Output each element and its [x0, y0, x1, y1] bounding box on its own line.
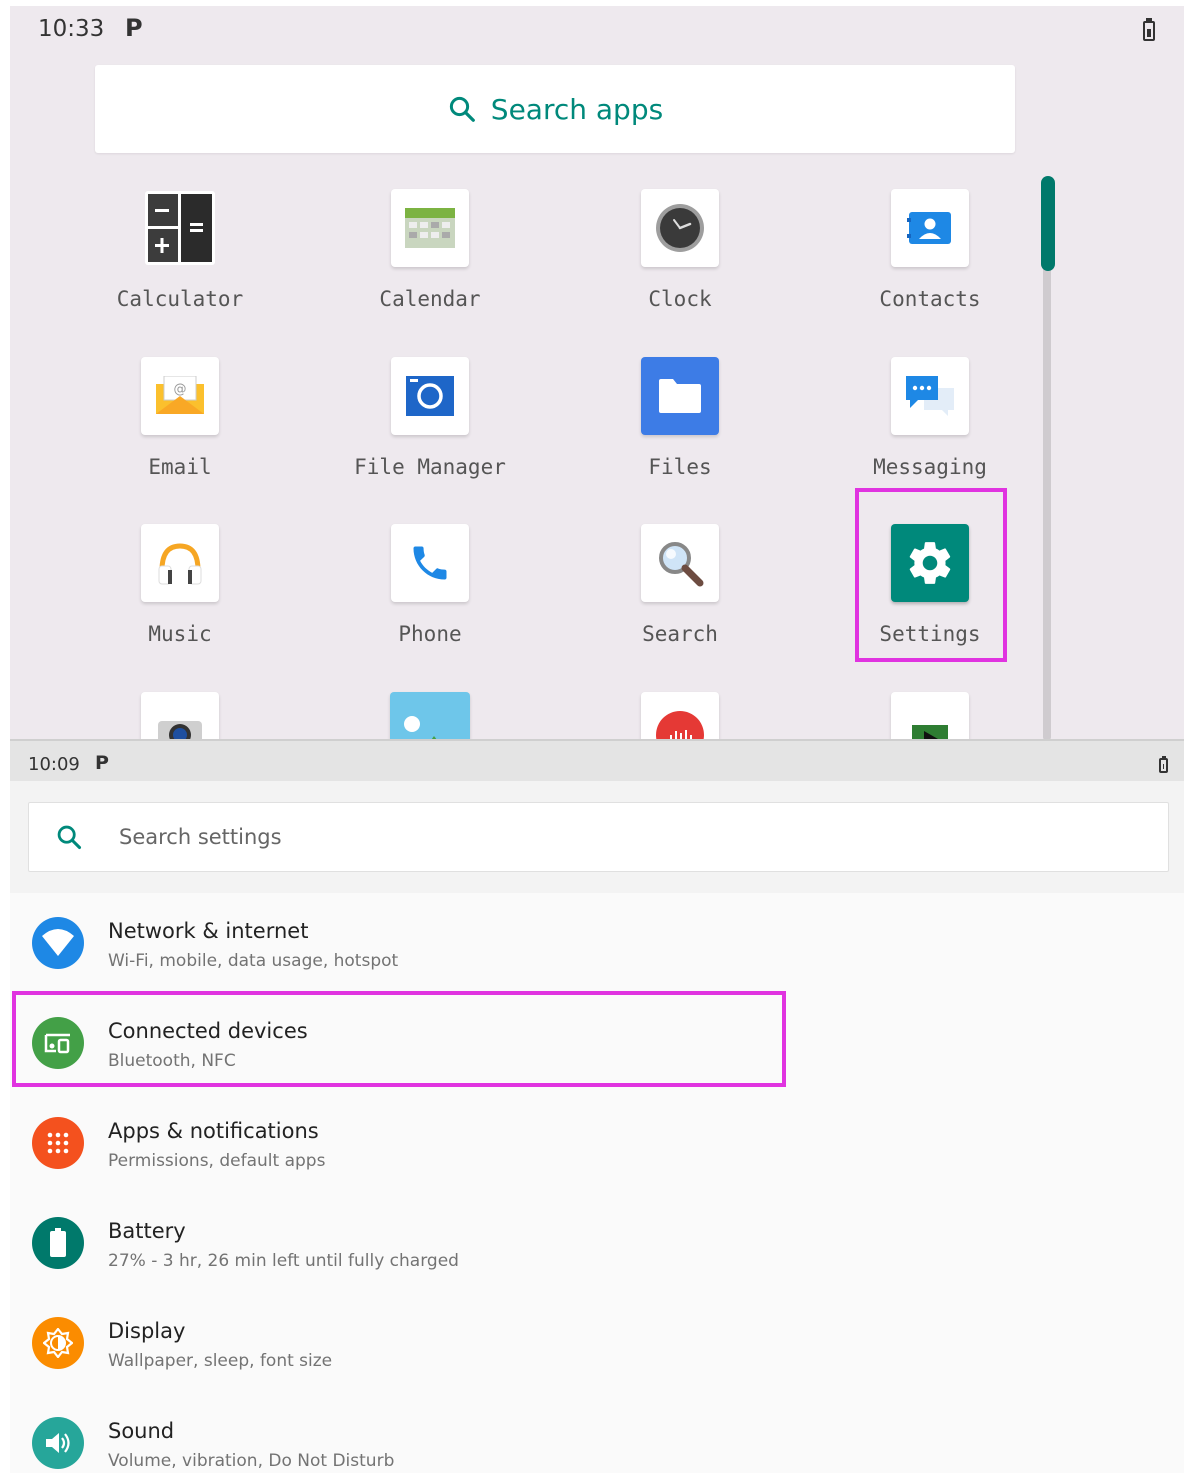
parking-notification-icon: P [125, 14, 143, 42]
svg-text:@: @ [174, 382, 187, 397]
search-icon [449, 96, 475, 122]
search-apps-label: Search apps [490, 92, 664, 126]
app-label: Calendar [379, 287, 481, 311]
status-time: 10:33 [38, 16, 105, 42]
camera-icon [141, 692, 219, 739]
settings-item-sound[interactable]: Sound Volume, vibration, Do Not Disturb [10, 1393, 1184, 1473]
parking-notification-icon: P [95, 752, 109, 774]
app-label: Phone [398, 622, 462, 646]
clock-icon [641, 189, 719, 267]
app-clock[interactable]: Clock [555, 189, 805, 349]
apps-icon [32, 1117, 84, 1169]
app-label: Email [148, 455, 212, 479]
app-play-store[interactable] [805, 692, 1055, 739]
battery-status-icon [1143, 21, 1155, 41]
app-email[interactable]: @ Email [55, 357, 305, 517]
music-icon [141, 524, 219, 602]
status-time: 10:09 [28, 754, 80, 775]
highlight-box-connected-devices [12, 991, 786, 1087]
play-store-icon [891, 692, 969, 739]
battery-status-icon [1159, 758, 1168, 773]
status-bar: 10:09 P [10, 741, 1184, 781]
app-camera[interactable] [55, 692, 305, 739]
settings-item-battery[interactable]: Battery 27% - 3 hr, 26 min left until fu… [10, 1193, 1184, 1293]
battery-icon [32, 1217, 84, 1269]
app-phone[interactable]: Phone [305, 524, 555, 684]
settings-item-subtitle: 27% - 3 hr, 26 min left until fully char… [108, 1251, 459, 1271]
settings-screen: 10:09 P Search settings Network & intern… [10, 739, 1184, 1473]
app-music[interactable]: Music [55, 524, 305, 684]
app-label: Messaging [873, 455, 987, 479]
files-icon [641, 357, 719, 435]
app-files[interactable]: Files [555, 357, 805, 517]
app-label: File Manager [354, 455, 506, 479]
settings-item-subtitle: Wi-Fi, mobile, data usage, hotspot [108, 951, 399, 971]
scrollbar-thumb[interactable] [1041, 176, 1055, 271]
app-label: Files [648, 455, 712, 479]
search-area: Search settings [10, 781, 1184, 893]
contacts-icon [891, 189, 969, 267]
search-settings-input[interactable]: Search settings [28, 802, 1169, 872]
volume-icon [32, 1417, 84, 1469]
app-label: Contacts [879, 287, 981, 311]
settings-item-display[interactable]: Display Wallpaper, sleep, font size [10, 1293, 1184, 1393]
app-label: Search [642, 622, 718, 646]
app-drawer: 10:33 P Search apps Calculator Calendar … [10, 6, 1184, 739]
settings-item-subtitle: Volume, vibration, Do Not Disturb [108, 1451, 395, 1471]
app-contacts[interactable]: Contacts [805, 189, 1055, 349]
app-calculator[interactable]: Calculator [55, 189, 305, 349]
app-file-manager[interactable]: File Manager [305, 357, 555, 517]
app-calendar[interactable]: Calendar [305, 189, 555, 349]
app-sound-recorder[interactable] [555, 692, 805, 739]
settings-item-subtitle: Wallpaper, sleep, font size [108, 1351, 333, 1371]
settings-item-apps[interactable]: Apps & notifications Permissions, defaul… [10, 1093, 1184, 1193]
file-manager-icon [391, 357, 469, 435]
settings-item-title: Sound [108, 1419, 175, 1443]
search-settings-placeholder: Search settings [119, 825, 282, 849]
app-label: Clock [648, 287, 712, 311]
search-apps-bar[interactable]: Search apps [95, 65, 1015, 153]
app-gallery[interactable] [305, 692, 555, 739]
messaging-icon [891, 357, 969, 435]
app-label: Music [148, 622, 212, 646]
settings-item-title: Display [108, 1319, 186, 1343]
calendar-icon [391, 189, 469, 267]
app-search[interactable]: Search [555, 524, 805, 684]
settings-item-title: Network & internet [108, 919, 309, 943]
calculator-icon [141, 189, 219, 267]
settings-item-network[interactable]: Network & internet Wi-Fi, mobile, data u… [10, 893, 1184, 993]
settings-item-title: Apps & notifications [108, 1119, 319, 1143]
settings-item-title: Battery [108, 1219, 186, 1243]
sound-recorder-icon [641, 692, 719, 739]
email-icon: @ [141, 357, 219, 435]
phone-icon [391, 524, 469, 602]
brightness-icon [32, 1317, 84, 1369]
settings-item-subtitle: Permissions, default apps [108, 1151, 326, 1171]
gallery-icon [390, 692, 470, 739]
wifi-icon [32, 917, 84, 969]
search-icon [641, 524, 719, 602]
search-icon [57, 825, 82, 850]
app-label: Calculator [116, 287, 244, 311]
highlight-box-settings [855, 488, 1007, 662]
